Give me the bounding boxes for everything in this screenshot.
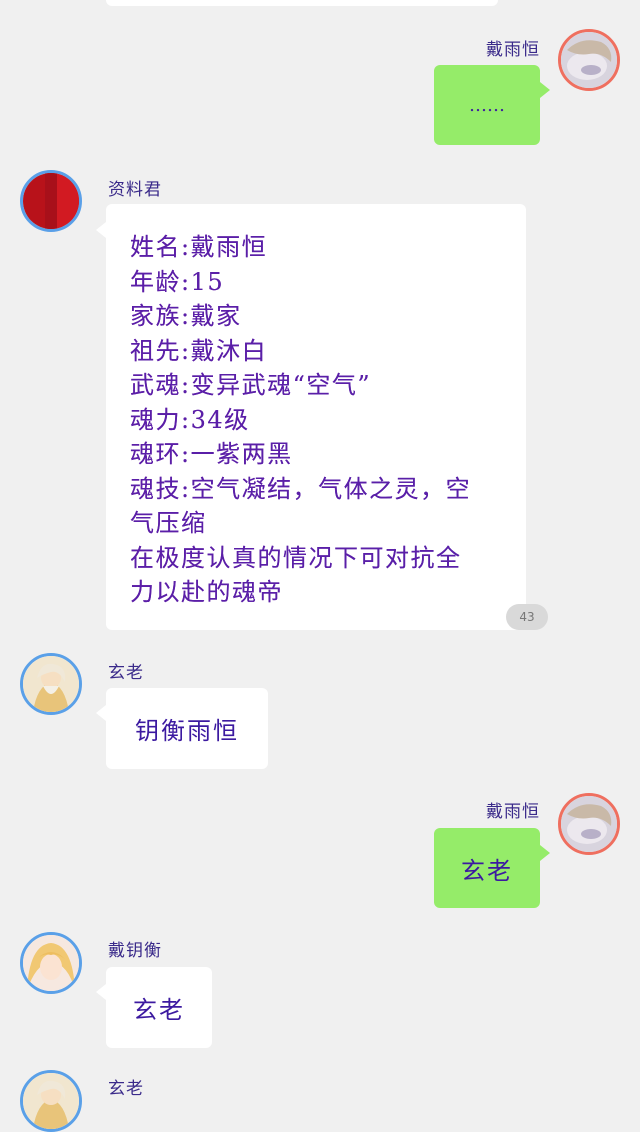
previous-message-bubble[interactable] [106,0,498,6]
sleeping-boy-avatar-icon[interactable] [558,793,620,855]
blonde-boy-avatar-icon[interactable] [20,932,82,994]
message-bubble[interactable]: 玄老 [434,828,540,908]
sender-name: 玄老 [108,663,144,683]
elder-avatar-icon[interactable] [20,1070,82,1132]
sender-name: 玄老 [108,1079,144,1099]
bubble-tail [96,705,106,721]
sender-name: 资料君 [108,180,162,200]
character-count-badge[interactable]: 43 [506,604,548,630]
profile-soul-skill-line: 魂技:空气凝结，气体之灵，空 [130,472,526,507]
message-text: 玄老 [461,856,513,885]
profile-note-line: 在极度认真的情况下可对抗全 [130,541,526,576]
profile-age-line: 年龄:15 [130,265,526,300]
profile-soul-skill-line-cont: 气压缩 [130,506,526,541]
message-bubble[interactable]: …… [434,65,540,145]
message-bubble[interactable]: 玄老 [106,967,212,1048]
profile-martial-soul-line: 武魂:变异武魂“空气” [130,368,526,403]
message-bubble[interactable]: 钥衡雨恒 [106,688,268,769]
sender-name: 戴钥衡 [108,941,162,961]
bubble-tail [96,222,106,238]
elder-avatar-icon[interactable] [20,653,82,715]
profile-note-line-cont: 力以赴的魂帝 [130,575,526,610]
profile-soul-power-line: 魂力:34级 [130,403,526,438]
sleeping-boy-avatar-icon[interactable] [558,29,620,91]
profile-family-line: 家族:戴家 [130,299,526,334]
red-circle-avatar-icon[interactable] [20,170,82,232]
bubble-tail [540,845,550,861]
sender-name: 戴雨恒 [486,802,540,822]
profile-soul-ring-line: 魂环:一紫两黑 [130,437,526,472]
bubble-tail [96,984,106,1000]
sender-name: 戴雨恒 [486,40,540,60]
message-text: 钥衡雨恒 [135,717,239,745]
bubble-tail [540,82,550,98]
message-text: …… [469,94,505,116]
message-bubble[interactable]: 姓名:戴雨恒 年龄:15 家族:戴家 祖先:戴沐白 武魂:变异武魂“空气” 魂力… [106,204,526,630]
profile-name-line: 姓名:戴雨恒 [130,230,526,265]
message-text: 玄老 [133,996,185,1024]
profile-ancestor-line: 祖先:戴沐白 [130,334,526,369]
